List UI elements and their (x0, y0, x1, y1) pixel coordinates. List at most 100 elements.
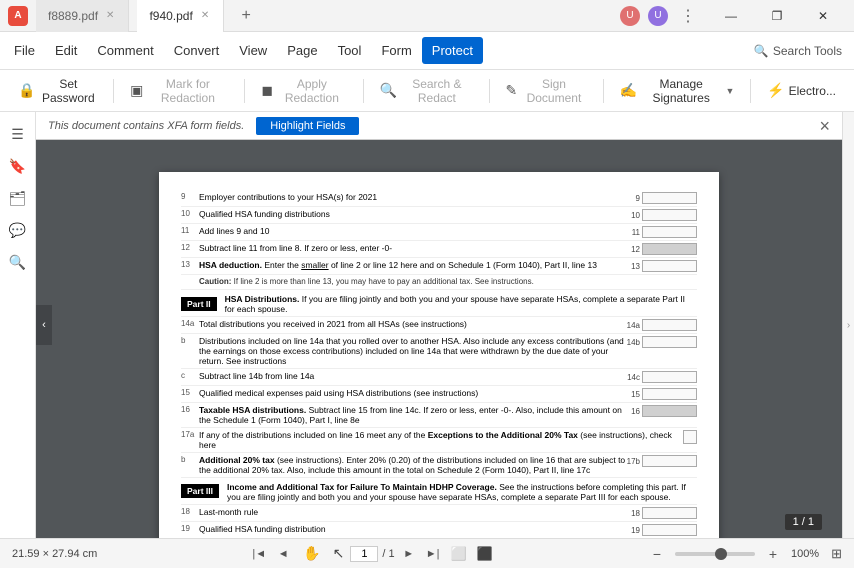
panel-search-icon[interactable]: 🔍 (4, 248, 32, 276)
row-num-label-16: 16 (631, 407, 640, 416)
search-tools-button[interactable]: 🔍 Search Tools (746, 40, 850, 62)
profile-avatar2[interactable]: U (648, 6, 668, 26)
sign-icon: ✎ (506, 82, 518, 99)
row-num-14b: b (181, 336, 199, 345)
xfa-banner: This document contains XFA form fields. … (36, 112, 842, 140)
right-panel-toggle[interactable]: › (842, 112, 854, 538)
table-row: 12 Subtract line 11 from line 8. If zero… (181, 241, 697, 258)
app-icon: A (8, 6, 28, 26)
field-19[interactable] (642, 524, 697, 536)
row-num-13: 13 (181, 260, 199, 269)
sign-document-button[interactable]: ✎ Sign Document (496, 72, 597, 110)
set-password-button[interactable]: 🔒 Set Password (8, 72, 107, 110)
row-field-9: 9 (636, 192, 697, 204)
panel-bookmark-icon[interactable]: 🔖 (4, 152, 32, 180)
field-14b[interactable] (642, 336, 697, 348)
page-total-label: / 1 (382, 548, 394, 560)
minimize-button[interactable]: — (708, 0, 754, 32)
field-14c[interactable] (642, 371, 697, 383)
field-13[interactable] (642, 260, 697, 272)
field-10[interactable] (642, 209, 697, 221)
more-options-icon[interactable]: ⋮ (672, 6, 704, 26)
next-page-button[interactable]: ► (399, 544, 419, 564)
row-field-14a: 14a (627, 319, 697, 331)
profile-avatar[interactable]: U (620, 6, 640, 26)
field-12[interactable] (642, 243, 697, 255)
row-label-14b: Distributions included on line 14a that … (199, 336, 627, 366)
last-page-button[interactable]: ►| (423, 544, 443, 564)
tab-f940[interactable]: f940.pdf ✕ (137, 0, 224, 32)
table-row: c Subtract line 14b from line 14a 14c (181, 369, 697, 386)
search-redact-label: Search & Redact (401, 77, 473, 105)
tab-f8889[interactable]: f8889.pdf ✕ (36, 0, 129, 32)
menu-edit[interactable]: Edit (45, 37, 87, 64)
row-num-18: 18 (181, 507, 199, 516)
scroll-left-button[interactable]: ‹ (36, 305, 52, 345)
row-label-13: HSA deduction. Enter the smaller of line… (199, 260, 631, 270)
row-field-19: 19 (631, 524, 697, 536)
page-number-input[interactable] (350, 546, 378, 562)
fit-options-icon[interactable]: ⊞ (831, 546, 842, 562)
zoom-thumb[interactable] (715, 548, 727, 560)
zoom-out-button[interactable]: − (647, 544, 667, 564)
xfa-banner-text: This document contains XFA form fields. (48, 120, 244, 132)
search-icon: 🔍 (754, 44, 769, 58)
search-redact-button[interactable]: 🔍 Search & Redact (370, 72, 483, 110)
menu-tool[interactable]: Tool (328, 37, 372, 64)
hand-tool-icon[interactable]: ✋ (303, 545, 320, 562)
field-11[interactable] (642, 226, 697, 238)
checkbox-17a[interactable] (683, 430, 697, 444)
search-redact-icon: 🔍 (380, 82, 397, 99)
row-num-label-14a: 14a (627, 321, 640, 330)
menu-view[interactable]: View (229, 37, 277, 64)
highlight-fields-button[interactable]: Highlight Fields (256, 117, 359, 135)
panel-layers-icon[interactable]: 🗂 (4, 184, 32, 212)
zoom-in-button[interactable]: + (763, 544, 783, 564)
electronic-icon: ⚡ (767, 82, 784, 99)
part3-badge: Part III (181, 484, 219, 498)
mark-redaction-label: Mark for Redaction (147, 77, 228, 105)
menu-page[interactable]: Page (277, 37, 327, 64)
xfa-close-button[interactable]: × (819, 117, 830, 135)
first-page-button[interactable]: |◄ (249, 544, 269, 564)
row-num-9: 9 (181, 192, 199, 201)
row-label-19: Qualified HSA funding distribution (199, 524, 631, 534)
field-14a[interactable] (642, 319, 697, 331)
field-16[interactable] (642, 405, 697, 417)
row-num-label-10: 10 (631, 211, 640, 220)
field-9[interactable] (642, 192, 697, 204)
menu-convert[interactable]: Convert (164, 37, 230, 64)
field-17b[interactable] (642, 455, 697, 467)
row-field-17b: 17b (627, 455, 697, 467)
manage-signatures-button[interactable]: ✍ Manage Signatures ▼ (609, 72, 744, 110)
row-field-13: 13 (631, 260, 697, 272)
menu-protect[interactable]: Protect (422, 37, 483, 64)
menu-bar: File Edit Comment Convert View Page Tool… (0, 32, 854, 70)
fit-page-icon[interactable]: ⬛ (477, 546, 493, 562)
select-tool-icon[interactable]: ↖ (333, 545, 345, 562)
prev-page-button[interactable]: ◄ (273, 544, 293, 564)
apply-redaction-button[interactable]: ◼ Apply Redaction (251, 72, 356, 110)
tab-f8889-close[interactable]: ✕ (104, 8, 116, 23)
table-row: 16 Taxable HSA distributions. Subtract l… (181, 403, 697, 428)
close-button[interactable]: ✕ (800, 0, 846, 32)
menu-form[interactable]: Form (371, 37, 421, 64)
row-label-16: Taxable HSA distributions. Subtract line… (199, 405, 631, 425)
pdf-viewer: This document contains XFA form fields. … (36, 112, 842, 538)
zoom-slider[interactable] (675, 552, 755, 556)
field-18[interactable] (642, 507, 697, 519)
fit-width-icon[interactable]: ⬜ (451, 546, 467, 562)
field-15[interactable] (642, 388, 697, 400)
row-num-label-15: 15 (631, 390, 640, 399)
mark-redaction-button[interactable]: ▣ Mark for Redaction (120, 72, 238, 110)
menu-file[interactable]: File (4, 37, 45, 64)
tab-f940-close[interactable]: ✕ (199, 8, 211, 23)
electronic-button[interactable]: ⚡ Electro... (757, 77, 846, 104)
panel-pages-icon[interactable]: ☰ (4, 120, 32, 148)
part2-header: Part II HSA Distributions. If you are fi… (181, 290, 697, 317)
maximize-button[interactable]: ❐ (754, 0, 800, 32)
new-tab-button[interactable]: + (232, 2, 260, 30)
menu-comment[interactable]: Comment (87, 37, 163, 64)
panel-comments-icon[interactable]: 💬 (4, 216, 32, 244)
toolbar-sep-4 (489, 79, 490, 103)
